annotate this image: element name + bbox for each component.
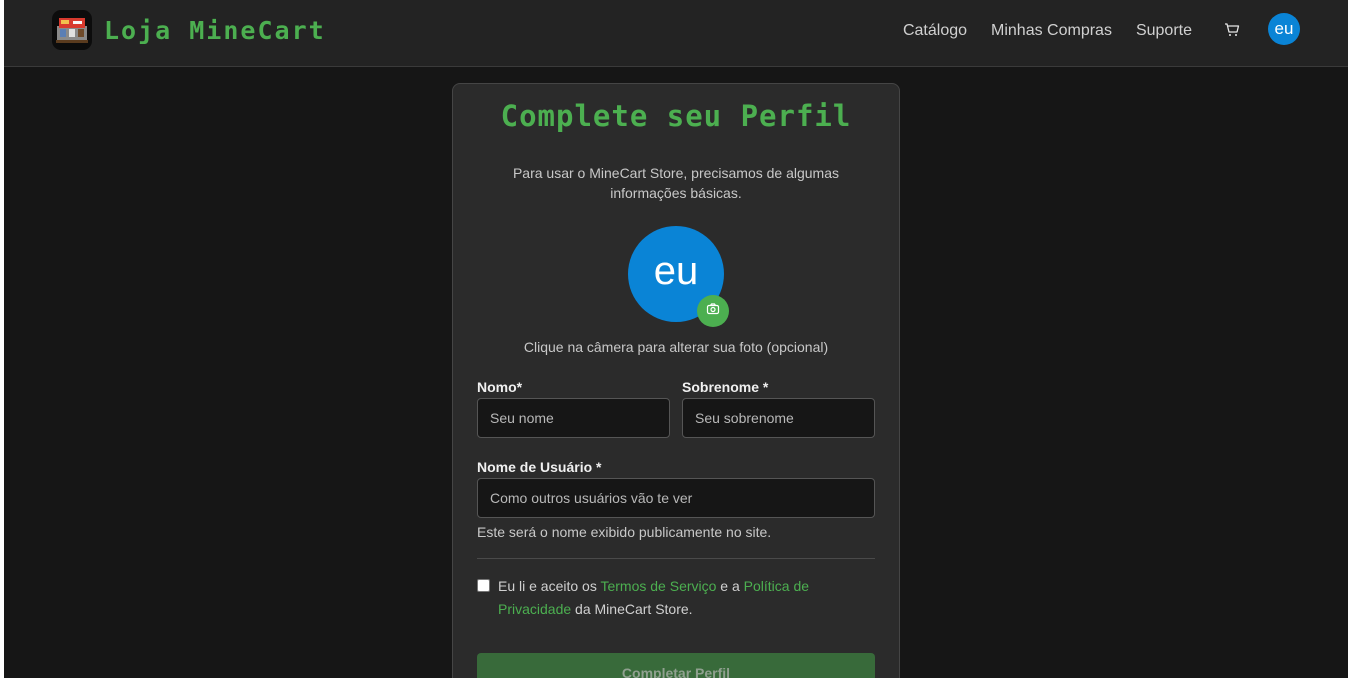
- brand-name: Loja MineCart: [104, 15, 326, 45]
- photo-hint: Clique na câmera para alterar sua foto (…: [523, 339, 829, 355]
- brand[interactable]: Loja MineCart: [52, 10, 326, 50]
- terms-text: Eu li e aceito os Termos de Serviço e a …: [498, 575, 848, 621]
- first-name-input[interactable]: [477, 398, 670, 438]
- first-name-label: Nomo*: [477, 379, 523, 395]
- username-help-text: Este será o nome exibido publicamente no…: [477, 524, 772, 540]
- complete-profile-button[interactable]: Completar Perfil: [477, 653, 875, 678]
- navbar: Loja MineCart Catálogo Minhas Compras Su…: [4, 0, 1348, 67]
- last-name-label: Sobrenome *: [682, 379, 769, 395]
- cart-icon[interactable]: [1224, 22, 1240, 38]
- nav-link-minhas-compras[interactable]: Minhas Compras: [991, 20, 1112, 41]
- terms-prefix: Eu li e aceito os: [498, 578, 601, 594]
- app-window: Loja MineCart Catálogo Minhas Compras Su…: [4, 0, 1348, 678]
- terms-suffix: da MineCart Store.: [571, 601, 693, 617]
- username-input[interactable]: [477, 478, 875, 518]
- nav-link-catalogo[interactable]: Catálogo: [903, 20, 967, 41]
- change-photo-button[interactable]: [697, 295, 729, 327]
- divider: [477, 558, 875, 559]
- nav-link-suporte[interactable]: Suporte: [1136, 20, 1192, 41]
- terms-checkbox[interactable]: [477, 579, 490, 592]
- last-name-input[interactable]: [682, 398, 875, 438]
- user-avatar[interactable]: eu: [1268, 13, 1300, 45]
- terms-of-service-link[interactable]: Termos de Serviço: [600, 578, 716, 594]
- page-subtitle: Para usar o MineCart Store, precisamos d…: [512, 165, 840, 201]
- nav-links: Catálogo Minhas Compras Suporte: [879, 20, 1192, 41]
- username-label: Nome de Usuário *: [477, 459, 602, 475]
- camera-icon: [706, 302, 720, 321]
- page-title: Complete seu Perfil: [500, 99, 852, 133]
- terms-middle: e a: [716, 578, 744, 594]
- minecart-logo-icon: [52, 10, 92, 50]
- profile-form-card: Complete seu Perfil Para usar o MineCart…: [452, 83, 900, 678]
